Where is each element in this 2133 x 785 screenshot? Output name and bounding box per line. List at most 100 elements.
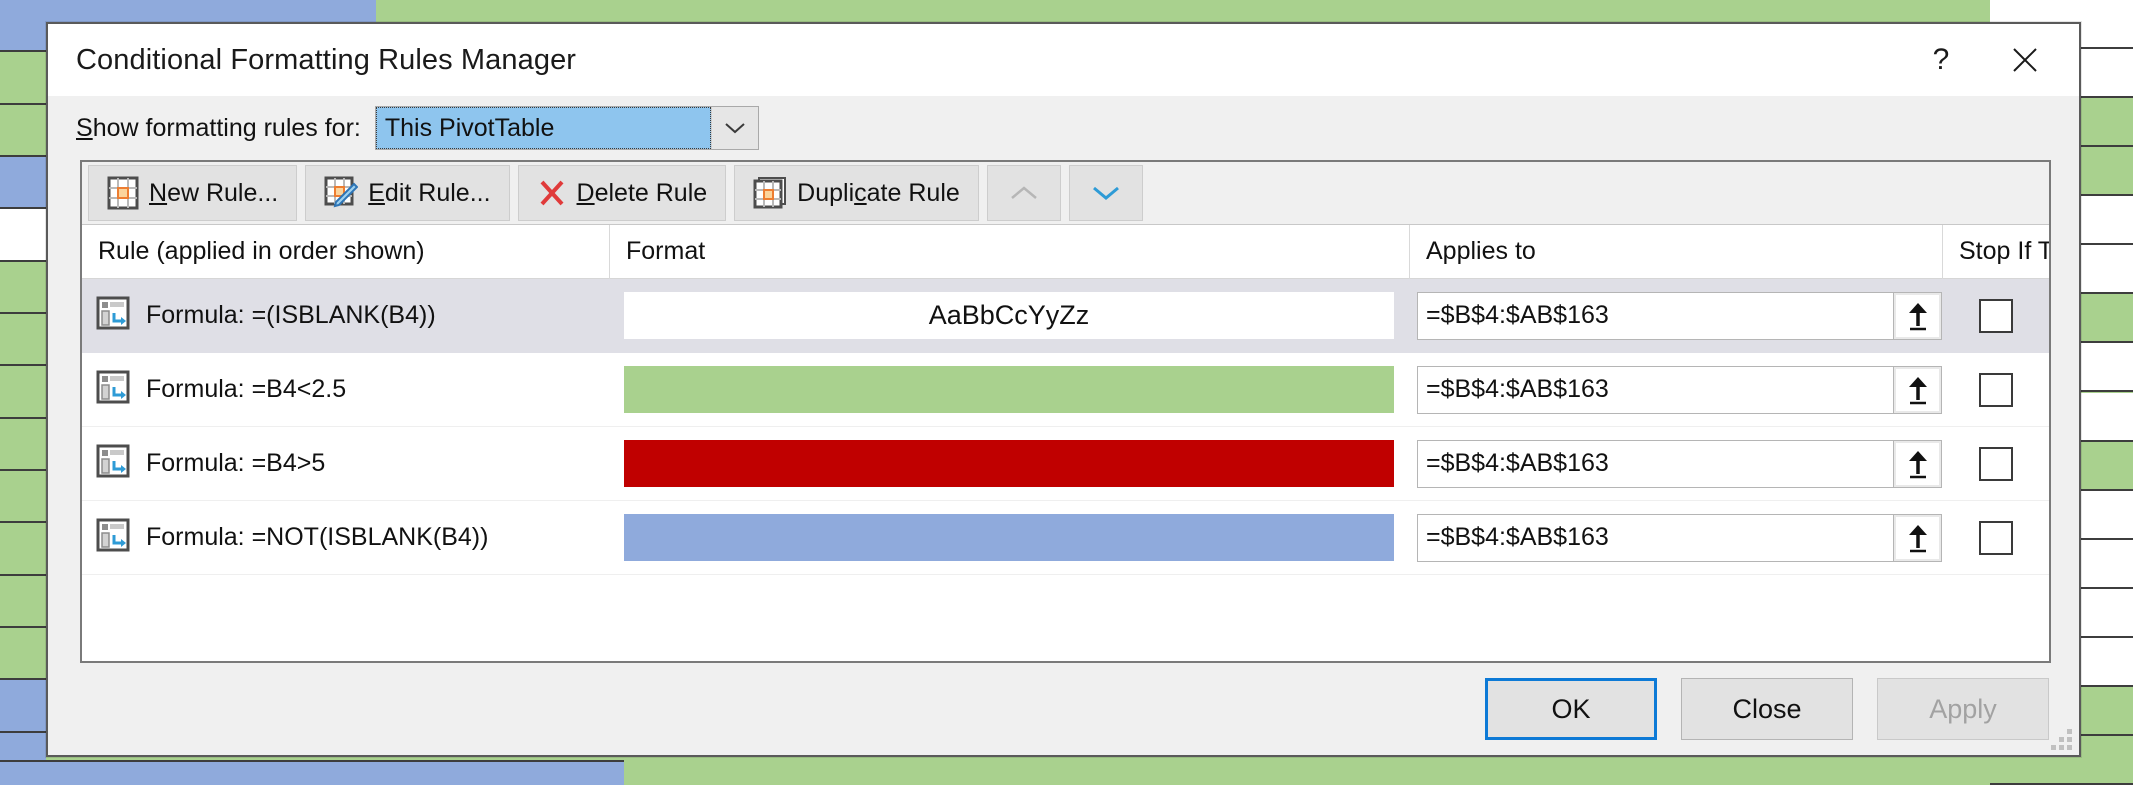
rule-cell[interactable]: Formula: =(ISBLANK(B4)) — [82, 279, 609, 353]
chevron-down-icon — [725, 123, 745, 134]
range-selector-button[interactable] — [1894, 365, 1942, 414]
edit-rule-label: Edit Rule... — [368, 179, 490, 208]
duplicate-rule-label-pre: Dupli — [797, 178, 855, 207]
stop-if-true-cell[interactable] — [1942, 353, 2049, 427]
edit-rule-button[interactable]: Edit Rule... — [305, 165, 510, 221]
rules-grid-header: Rule (applied in order shown) Format App… — [82, 224, 2049, 279]
format-cell[interactable] — [609, 427, 1409, 501]
stop-if-true-checkbox[interactable] — [1978, 298, 2013, 333]
range-selector-button[interactable] — [1894, 439, 1942, 488]
stop-if-true-checkbox[interactable] — [1978, 446, 2013, 481]
rule-row[interactable]: Formula: =(ISBLANK(B4)) AaBbCcYyZz =$B$4:$… — [82, 279, 2049, 353]
duplicate-rule-grid-icon — [753, 176, 787, 210]
dialog-title-bar: Conditional Formatting Rules Manager ? — [48, 24, 2079, 96]
worksheet-cell — [0, 209, 46, 262]
conditional-formatting-rules-manager-dialog: Conditional Formatting Rules Manager ? S… — [46, 22, 2081, 757]
grip-dot — [2051, 745, 2056, 750]
resize-grip-icon[interactable] — [2051, 729, 2073, 751]
applies-to-input[interactable]: =$B$4:$AB$163 — [1417, 513, 1895, 562]
range-collapse-icon — [1908, 450, 1927, 478]
question-mark-icon: ? — [1932, 43, 1950, 76]
show-formatting-rules-for-combobox[interactable]: This PivotTable — [374, 106, 759, 150]
show-for-accelerator: S — [76, 113, 93, 142]
worksheet-cell — [0, 523, 46, 576]
dialog-title: Conditional Formatting Rules Manager — [76, 43, 577, 76]
rule-cell[interactable]: Formula: =B4<2.5 — [82, 353, 609, 427]
delete-rule-label: Delete Rule — [577, 179, 708, 208]
chevron-up-icon — [1010, 186, 1037, 199]
range-selector-button[interactable] — [1894, 291, 1942, 340]
format-cell[interactable]: AaBbCcYyZz — [609, 279, 1409, 353]
grip-dot — [2059, 745, 2064, 750]
duplicate-rule-label: Duplicate Rule — [797, 179, 960, 208]
show-formatting-rules-for-value[interactable]: This PivotTable — [375, 107, 711, 149]
worksheet-cell — [0, 366, 46, 419]
rule-description: Formula: =B4<2.5 — [146, 375, 347, 403]
formula-rule-icon — [96, 370, 130, 404]
worksheet-cell — [0, 314, 46, 367]
column-header-applies-to: Applies to — [1409, 224, 1942, 279]
worksheet-cell — [0, 52, 46, 105]
close-button[interactable] — [1987, 24, 2063, 96]
chevron-down-icon — [1092, 186, 1119, 200]
applies-to-cell[interactable]: =$B$4:$AB$163 — [1409, 279, 1942, 353]
stop-if-true-checkbox[interactable] — [1978, 372, 2013, 407]
edit-rule-pencil-icon — [324, 176, 359, 210]
range-collapse-icon — [1908, 302, 1927, 330]
rule-description: Formula: =(ISBLANK(B4)) — [146, 301, 436, 329]
formula-rule-icon — [96, 444, 130, 483]
edit-rule-accelerator: E — [368, 178, 385, 207]
grip-dot — [2067, 729, 2072, 734]
rule-row[interactable]: Formula: =B4<2.5 =$B$4:$AB$163 — [82, 353, 2049, 427]
applies-to-cell[interactable]: =$B$4:$AB$163 — [1409, 501, 1942, 575]
rule-cell[interactable]: Formula: =B4>5 — [82, 427, 609, 501]
column-header-rule: Rule (applied in order shown) — [98, 237, 425, 265]
combobox-dropdown-button[interactable] — [710, 107, 758, 149]
move-rule-up-button[interactable] — [986, 165, 1061, 221]
ok-button[interactable]: OK — [1485, 678, 1657, 740]
stop-if-true-checkbox[interactable] — [1978, 520, 2013, 555]
new-rule-label: New Rule... — [149, 179, 278, 208]
applies-to-cell[interactable]: =$B$4:$AB$163 — [1409, 353, 1942, 427]
rule-description: Formula: =B4>5 — [146, 449, 326, 477]
format-cell[interactable] — [609, 353, 1409, 427]
formula-rule-icon — [96, 518, 130, 557]
grip-dot — [2059, 737, 2064, 742]
formula-rule-icon — [96, 296, 130, 330]
range-selector-button[interactable] — [1894, 513, 1942, 562]
stop-if-true-cell[interactable] — [1942, 279, 2049, 353]
delete-rule-button[interactable]: Delete Rule — [517, 165, 727, 221]
stop-if-true-cell[interactable] — [1942, 427, 2049, 501]
show-formatting-rules-for-row: Show formatting rules for: This PivotTab… — [48, 96, 2079, 160]
stop-if-true-cell[interactable] — [1942, 501, 2049, 575]
rules-grid: Rule (applied in order shown) Format App… — [82, 224, 2049, 661]
rule-row[interactable]: Formula: =NOT(ISBLANK(B4)) =$B$4:$AB$163 — [82, 501, 2049, 575]
rules-toolbar: New Rule... Edit Rule... Delete Rule Dup… — [82, 162, 2049, 224]
close-button-footer[interactable]: Close — [1681, 678, 1853, 740]
apply-button[interactable]: Apply — [1877, 678, 2049, 740]
new-rule-button[interactable]: New Rule... — [88, 165, 298, 221]
worksheet-cell — [0, 418, 46, 471]
rules-panel: New Rule... Edit Rule... Delete Rule Dup… — [80, 160, 2051, 663]
edit-rule-label-rest: dit Rule... — [384, 178, 491, 207]
format-cell[interactable] — [609, 501, 1409, 575]
duplicate-rule-label-rest: ate Rule — [866, 178, 960, 207]
worksheet-cell — [0, 628, 46, 681]
worksheet-cell — [0, 104, 46, 157]
formula-rule-icon — [96, 296, 130, 335]
worksheet-cell — [0, 760, 624, 785]
applies-to-input[interactable]: =$B$4:$AB$163 — [1417, 291, 1895, 340]
format-preview-swatch: AaBbCcYyZz — [624, 292, 1394, 339]
rule-row[interactable]: Formula: =B4>5 =$B$4:$AB$163 — [82, 427, 2049, 501]
grip-dot — [2067, 745, 2072, 750]
applies-to-input[interactable]: =$B$4:$AB$163 — [1417, 365, 1895, 414]
help-button[interactable]: ? — [1903, 24, 1979, 96]
applies-to-input[interactable]: =$B$4:$AB$163 — [1417, 439, 1895, 488]
move-rule-down-button[interactable] — [1068, 165, 1143, 221]
duplicate-rule-button[interactable]: Duplicate Rule — [734, 165, 979, 221]
applies-to-cell[interactable]: =$B$4:$AB$163 — [1409, 427, 1942, 501]
close-icon — [2013, 48, 2037, 72]
rule-cell[interactable]: Formula: =NOT(ISBLANK(B4)) — [82, 501, 609, 575]
dialog-footer: OK Close Apply — [48, 663, 2079, 755]
formula-rule-icon — [96, 518, 130, 552]
